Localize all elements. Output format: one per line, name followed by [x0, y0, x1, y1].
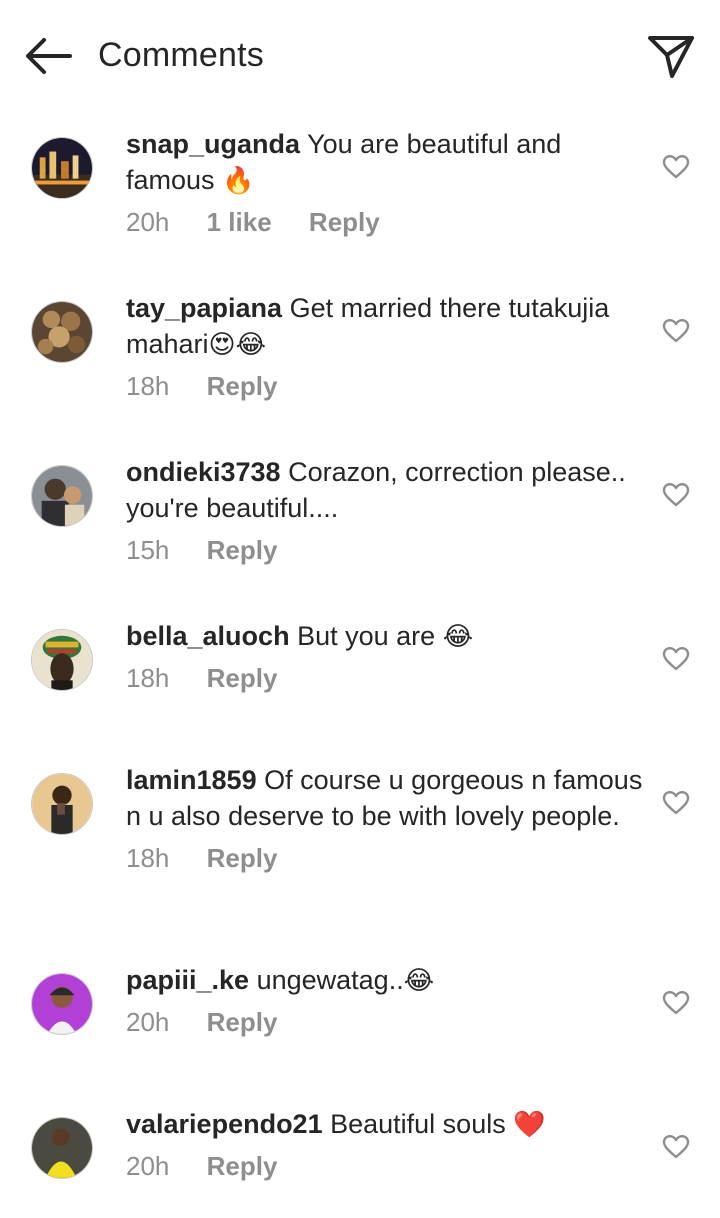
comment-emoji: 😂 [442, 621, 474, 651]
heart-icon [662, 791, 690, 815]
reply-button[interactable]: Reply [207, 840, 278, 876]
comment-body: But you are [297, 621, 436, 651]
comment-text: lamin1859 Of course u gorgeous n famous … [126, 762, 646, 834]
like-button[interactable] [662, 1134, 690, 1160]
comment-meta: 20h Reply [126, 1148, 646, 1184]
comment-username[interactable]: bella_aluoch [126, 621, 290, 651]
comment-text: bella_aluoch But you are 😂 [126, 618, 646, 654]
reply-button[interactable]: Reply [207, 368, 278, 404]
reply-button[interactable]: Reply [207, 660, 278, 696]
share-button[interactable] [646, 32, 696, 80]
arrow-left-icon [26, 38, 72, 74]
comment-meta: 20h 1 like Reply [126, 204, 646, 240]
comment-text: ondieki3738 Corazon, correction please..… [126, 454, 646, 526]
comment-time: 18h [126, 843, 170, 873]
avatar[interactable] [31, 465, 93, 527]
comment-meta: 18h Reply [126, 660, 646, 696]
comment-username[interactable]: lamin1859 [126, 765, 257, 795]
heart-icon [662, 1135, 690, 1159]
top-bar: Comments [0, 0, 720, 112]
avatar[interactable] [31, 137, 93, 199]
comment-text: papiii_.ke ungewatag..😂 [126, 962, 646, 998]
heart-icon [662, 647, 690, 671]
avatar[interactable] [31, 1117, 93, 1179]
comment-username[interactable]: ondieki3738 [126, 457, 281, 487]
page-title: Comments [98, 36, 264, 74]
comment-time: 15h [126, 535, 170, 565]
avatar[interactable] [31, 773, 93, 835]
heart-icon [662, 483, 690, 507]
reply-button[interactable]: Reply [207, 1004, 278, 1040]
comment-time: 18h [126, 663, 170, 693]
comment-username[interactable]: valariependo21 [126, 1109, 323, 1139]
comment-time: 20h [126, 1007, 170, 1037]
comment-username[interactable]: tay_papiana [126, 293, 282, 323]
avatar[interactable] [31, 629, 93, 691]
like-button[interactable] [662, 318, 690, 344]
comment-text: valariependo21 Beautiful souls ❤️ [126, 1106, 646, 1142]
comment-time: 20h [126, 207, 170, 237]
comment-meta: 15h Reply [126, 532, 646, 568]
avatar[interactable] [31, 973, 93, 1035]
reply-button[interactable]: Reply [207, 1148, 278, 1184]
comment-meta: 20h Reply [126, 1004, 646, 1040]
avatar-image [32, 466, 92, 526]
like-button[interactable] [662, 790, 690, 816]
comment-time: 20h [126, 1151, 170, 1181]
comment-emoji: 😂 [403, 965, 435, 995]
avatar-image [32, 630, 92, 690]
comment-emoji: ❤️ [513, 1109, 546, 1139]
like-button[interactable] [662, 990, 690, 1016]
comment-time: 18h [126, 371, 170, 401]
heart-icon [662, 991, 690, 1015]
avatar-image [32, 974, 92, 1034]
like-button[interactable] [662, 646, 690, 672]
comment-meta: 18h Reply [126, 840, 646, 876]
like-button[interactable] [662, 482, 690, 508]
comment-text: snap_uganda You are beautiful and famous… [126, 126, 646, 198]
like-button[interactable] [662, 154, 690, 180]
paper-plane-icon [648, 36, 694, 78]
avatar-image [32, 1118, 92, 1178]
back-button[interactable] [22, 34, 74, 78]
avatar[interactable] [31, 301, 93, 363]
comment-text: tay_papiana Get married there tutakujia … [126, 290, 646, 362]
avatar-image [32, 774, 92, 834]
comment-username[interactable]: snap_uganda [126, 129, 300, 159]
comment-body: Beautiful souls [330, 1109, 506, 1139]
comment-body: ungewatag.. [256, 965, 404, 995]
heart-icon [662, 155, 690, 179]
heart-icon [662, 319, 690, 343]
avatar-image [32, 302, 92, 362]
avatar-image [32, 138, 92, 198]
comment-username[interactable]: papiii_.ke [126, 965, 249, 995]
likes-count[interactable]: 1 like [207, 204, 272, 240]
comment-meta: 18h Reply [126, 368, 646, 404]
reply-button[interactable]: Reply [207, 532, 278, 568]
comment-emoji: 🔥 [222, 165, 255, 195]
comment-emoji: 😍😂 [208, 329, 267, 359]
reply-button[interactable]: Reply [309, 204, 380, 240]
